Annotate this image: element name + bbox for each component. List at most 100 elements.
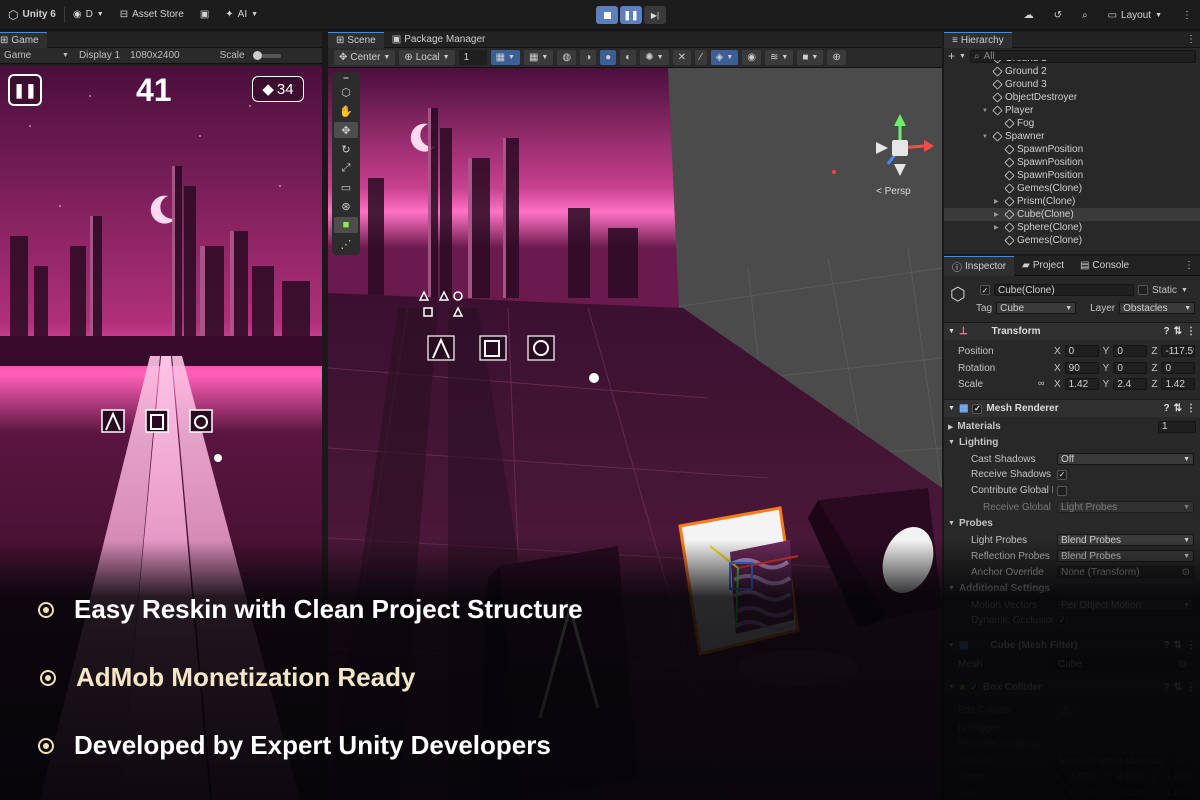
hierarchy-item[interactable]: Gemes(Clone) bbox=[944, 182, 1200, 195]
materials-row[interactable]: ▶ Materials 1 bbox=[948, 420, 1198, 433]
package-button[interactable]: ▣ bbox=[192, 0, 217, 30]
menu-icon[interactable]: ⋮ bbox=[1186, 326, 1196, 337]
stop-button[interactable] bbox=[596, 6, 618, 24]
additional-settings-section[interactable]: ▼ Additional Settings bbox=[948, 583, 1050, 594]
lighting-section[interactable]: ▼ Lighting bbox=[948, 437, 998, 448]
target-icon[interactable]: ⊙ bbox=[1179, 659, 1187, 669]
receive-gi-dropdown[interactable]: Light Probes ▼ bbox=[1057, 501, 1194, 513]
menu-icon[interactable]: ⋮ bbox=[1186, 403, 1196, 414]
visibility-toggle[interactable]: ◉ bbox=[742, 50, 761, 65]
snap-toggle[interactable]: ▦ ▼ bbox=[523, 50, 554, 65]
static-checkbox[interactable] bbox=[1138, 285, 1148, 295]
shaded-toggle[interactable]: ◑ bbox=[580, 50, 597, 65]
position-x-field[interactable]: 0 bbox=[1064, 345, 1099, 357]
receive-shadows-checkbox[interactable]: ✓ bbox=[1057, 469, 1067, 480]
target-icon[interactable]: ⊙ bbox=[1179, 756, 1187, 766]
box-collider-enabled-checkbox[interactable]: ✓ bbox=[968, 682, 979, 693]
audio-toggle[interactable]: ✕ bbox=[672, 50, 691, 65]
rect-tool[interactable]: ▭ bbox=[334, 179, 358, 195]
lock-icon[interactable]: ⋮ bbox=[1186, 34, 1200, 45]
motion-vectors-dropdown[interactable]: Per Object Motion ▼ bbox=[1057, 599, 1194, 611]
layers-toggle[interactable]: ◈ ▼ bbox=[710, 50, 739, 65]
contribute-gi-checkbox[interactable] bbox=[1057, 485, 1067, 496]
search-button[interactable]: ⌕ bbox=[1074, 0, 1096, 30]
hierarchy-item[interactable]: ▼ Player bbox=[944, 104, 1200, 117]
chevron-right-icon[interactable]: ▶ bbox=[994, 224, 1002, 231]
preset-icon[interactable]: ⇅ bbox=[1174, 403, 1182, 414]
position-y-field[interactable]: 0 bbox=[1113, 345, 1148, 357]
size-x-field[interactable]: 1.1786 bbox=[1064, 787, 1099, 799]
preset-icon[interactable]: ⇅ bbox=[1174, 326, 1182, 337]
more-button[interactable]: ⋮ bbox=[1174, 0, 1200, 30]
tag-dropdown[interactable]: Cube ▼ bbox=[996, 302, 1077, 314]
move-tool[interactable]: ✥ bbox=[334, 122, 358, 138]
game-mode-dropdown[interactable]: Game bbox=[4, 50, 64, 61]
tool-menu-handle[interactable]: ═ bbox=[334, 75, 358, 82]
tab-game[interactable]: ⊞ Game bbox=[0, 31, 47, 48]
hierarchy-item[interactable]: Ground 2 bbox=[944, 65, 1200, 78]
pause-button[interactable]: ❚❚ bbox=[8, 74, 42, 106]
hierarchy-item[interactable]: ▶ Sphere(Clone) bbox=[944, 221, 1200, 234]
camera-toggle[interactable]: ■ ▼ bbox=[797, 50, 824, 65]
custom-tool[interactable]: ■ bbox=[334, 217, 358, 233]
hierarchy-item[interactable]: ObjectDestroyer bbox=[944, 91, 1200, 104]
grid-toggle[interactable]: ▦ ▼ bbox=[490, 50, 520, 65]
size-z-field[interactable]: 1.0867 bbox=[1161, 787, 1196, 799]
tab-console[interactable]: ▤ Console bbox=[1072, 256, 1137, 276]
pivot-dropdown[interactable]: ✥ Center ▼ bbox=[334, 50, 396, 65]
probes-section[interactable]: ▼ Probes bbox=[948, 518, 993, 529]
center-x-field[interactable]: 3.5762 bbox=[1064, 771, 1099, 783]
material-field[interactable]: None (Physics Material) ⊙ bbox=[1054, 755, 1191, 767]
menu-icon[interactable]: ⋮ bbox=[1186, 682, 1196, 693]
hierarchy-item[interactable]: Gemes(Clone) bbox=[944, 234, 1200, 247]
help-icon[interactable]: ? bbox=[1164, 326, 1170, 337]
space-dropdown[interactable]: ⊕ Local ▼ bbox=[399, 50, 455, 65]
rotation-x-field[interactable]: 90 bbox=[1064, 362, 1099, 374]
box-collider-header[interactable]: ▼ ■ ✓ Box Collider ? ⇅ ⋮ bbox=[944, 678, 1200, 696]
mesh-filter-header[interactable]: ▼ ▦ Cube (Mesh Filter) ? ⇅ ⋮ bbox=[944, 636, 1200, 654]
center-z-field[interactable]: 1.4901 bbox=[1161, 771, 1196, 783]
help-icon[interactable]: ? bbox=[1164, 403, 1170, 414]
wireframe-toggle[interactable]: ◍ bbox=[557, 50, 577, 65]
is-trigger-checkbox[interactable]: ✓ bbox=[1054, 723, 1064, 734]
layer-dropdown[interactable]: Obstacles ▼ bbox=[1119, 302, 1196, 314]
transform-header[interactable]: ▼ ⊥ Transform ? ⇅ ⋮ bbox=[944, 322, 1200, 340]
gizmos-toggle[interactable]: ⊕ bbox=[827, 50, 846, 65]
link-icon[interactable]: ∞ bbox=[1038, 378, 1044, 388]
provides-contacts-checkbox[interactable] bbox=[1054, 739, 1064, 750]
hierarchy-item[interactable]: Ground 3 bbox=[944, 78, 1200, 91]
hierarchy-item[interactable]: ▼ Spawner bbox=[944, 130, 1200, 143]
scale-z-field[interactable]: 1.42 bbox=[1161, 378, 1196, 390]
tab-scene[interactable]: ⊞ Scene bbox=[328, 31, 384, 48]
account-button[interactable]: ◉ D ▼ bbox=[65, 0, 112, 30]
tab-inspector[interactable]: ⓘ Inspector bbox=[944, 256, 1015, 276]
chevron-down-icon[interactable]: ▼ bbox=[982, 108, 990, 114]
chevron-right-icon[interactable]: ▶ bbox=[994, 211, 1002, 218]
mesh-renderer-enabled-checkbox[interactable]: ✓ bbox=[972, 403, 983, 414]
hierarchy-item[interactable]: ▶ Cube(Clone) bbox=[944, 208, 1200, 221]
lock-icon[interactable]: ⋮ bbox=[1184, 260, 1200, 271]
fx-toggle[interactable]: ⁄ bbox=[694, 50, 707, 65]
scale-y-field[interactable]: 2.4 bbox=[1113, 378, 1148, 390]
transform-tool[interactable]: ⊛ bbox=[334, 198, 358, 214]
ai-button[interactable]: ✦ AI ▼ bbox=[217, 0, 266, 30]
tab-hierarchy[interactable]: ≡ Hierarchy bbox=[944, 31, 1012, 48]
rotation-z-field[interactable]: 0 bbox=[1161, 362, 1196, 374]
mesh-field[interactable]: Cube ⊙ bbox=[1054, 658, 1191, 670]
lighting-toggle[interactable]: ✺ ▼ bbox=[640, 50, 669, 65]
tab-package-manager[interactable]: ▣ Package Manager bbox=[384, 32, 494, 48]
scale-x-field[interactable]: 1.42 bbox=[1064, 378, 1099, 390]
preset-icon[interactable]: ⇅ bbox=[1174, 640, 1182, 651]
asset-store-button[interactable]: ⊟ Asset Store bbox=[112, 0, 192, 30]
preset-icon[interactable]: ⇅ bbox=[1174, 682, 1182, 693]
center-y-field[interactable]: 8.9407 bbox=[1113, 771, 1148, 783]
step-button[interactable]: ▶| bbox=[644, 6, 666, 24]
scale-slider[interactable] bbox=[252, 50, 281, 60]
unlit-toggle[interactable]: ◐ bbox=[620, 50, 637, 65]
lit-toggle[interactable]: ● bbox=[600, 50, 617, 65]
reflection-probes-dropdown[interactable]: Blend Probes ▼ bbox=[1057, 550, 1194, 562]
object-name-field[interactable]: Cube(Clone) bbox=[994, 284, 1134, 296]
menu-icon[interactable]: ⋮ bbox=[1186, 640, 1196, 651]
active-checkbox[interactable]: ✓ bbox=[980, 285, 990, 295]
materials-count-field[interactable]: 1 bbox=[1158, 420, 1196, 433]
